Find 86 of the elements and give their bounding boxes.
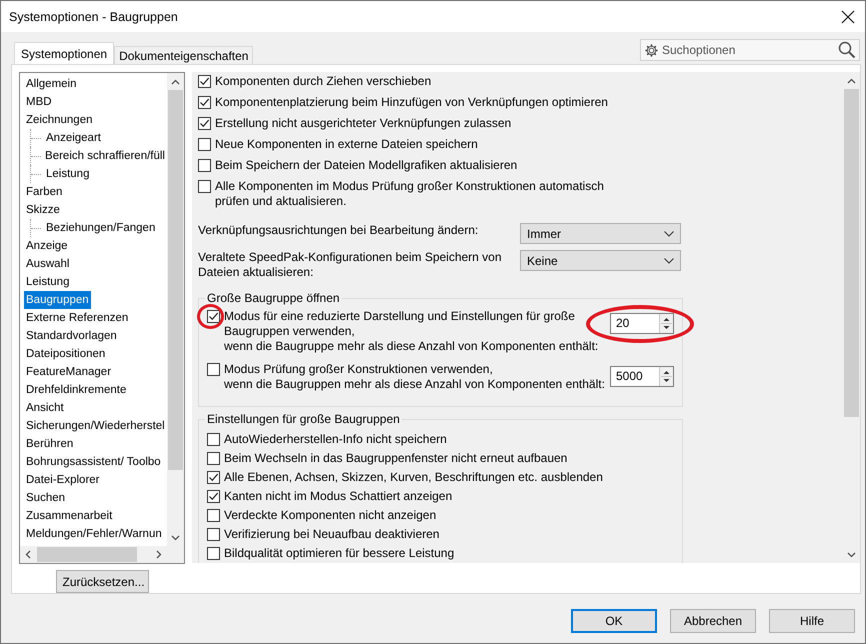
dropdown[interactable]: Keine: [520, 250, 681, 271]
chevron-down-icon: [664, 258, 674, 264]
checkbox[interactable]: [198, 159, 211, 172]
tree-item[interactable]: Beziehungen/Fangen: [44, 219, 158, 237]
checkbox[interactable]: [207, 310, 220, 323]
checkbox[interactable]: [207, 433, 220, 446]
window-title: Systemoptionen - Baugruppen: [9, 10, 179, 24]
group-title: Große Baugruppe öffnen: [205, 291, 342, 305]
option-label: Bildqualität optimieren für bessere Leistung: [224, 546, 454, 561]
checkbox[interactable]: [198, 96, 211, 109]
chevron-right-icon[interactable]: [154, 550, 163, 560]
tree-item[interactable]: Allgemein: [24, 75, 78, 93]
tree-item[interactable]: Meldungen/Fehler/Warnun: [24, 525, 164, 543]
chevron-down-icon[interactable]: [171, 533, 180, 542]
tree-item[interactable]: Drehfeldinkremente: [24, 381, 128, 399]
tree-item[interactable]: Berühren: [24, 435, 76, 453]
option-label: Neue Komponenten in externe Dateien speichern: [215, 137, 478, 152]
tab[interactable]: Dokumenteigenschaften: [114, 46, 254, 64]
tree-item[interactable]: Anzeige: [24, 237, 70, 255]
search-field[interactable]: Suchoptionen: [640, 39, 860, 61]
number-spinner[interactable]: 20: [610, 313, 674, 334]
tree-item[interactable]: Anzeigeart: [44, 129, 103, 147]
option-label: Komponenten durch Ziehen verschieben: [215, 74, 432, 89]
checkbox[interactable]: [207, 490, 220, 503]
field-label: Verknüpfungsausrichtungen bei Bearbeitung ändern:: [198, 223, 480, 238]
option-label: Beim Wechseln in das Baugruppenfenster nicht erneut aufbauen: [224, 451, 568, 466]
tree-item[interactable]: MBD: [24, 93, 54, 111]
gear-icon: [644, 42, 659, 58]
tree-item[interactable]: Baugruppen: [24, 291, 91, 309]
option-label: Modus Prüfung großer Konstruktionen verwenden, wenn die Baugruppen mehr als diese Anzahl von Komponenten enthält:: [224, 362, 605, 392]
search-icon[interactable]: [838, 41, 856, 59]
option-label: Verifizierung bei Neuaufbau deaktivieren: [224, 527, 440, 542]
field-label: Veraltete SpeedPak-Konfigurationen beim Speichern von Dateien aktualisieren:: [198, 250, 503, 280]
checkbox[interactable]: [198, 75, 211, 88]
option-label: Komponentenplatzierung beim Hinzufügen von Verknüpfungen optimieren: [215, 95, 608, 110]
tree-item[interactable]: Suchen: [24, 489, 68, 507]
reset-button[interactable]: Zurücksetzen...: [56, 570, 148, 593]
checkbox[interactable]: [207, 528, 220, 541]
tree-item[interactable]: Externe Referenzen: [24, 309, 130, 327]
tree-item[interactable]: Skizze: [24, 201, 62, 219]
dialog-button[interactable]: Abbrechen: [670, 609, 756, 633]
tree-item[interactable]: FeatureManager: [24, 363, 114, 381]
option-label: AutoWiederherstellen-Info nicht speichern: [224, 432, 447, 447]
close-icon[interactable]: [841, 10, 855, 24]
chevron-down-icon: [664, 230, 674, 236]
checkbox[interactable]: [207, 509, 220, 522]
chevron-left-icon[interactable]: [24, 550, 33, 560]
checkbox[interactable]: [207, 547, 220, 560]
number-spinner[interactable]: 5000: [610, 366, 674, 387]
tree-item[interactable]: Sicherungen/Wiederherstel: [24, 417, 167, 435]
option-label: Alle Komponenten im Modus Prüfung großer Konstruktionen automatisch prüfen und aktualisieren.: [215, 179, 604, 209]
checkbox[interactable]: [207, 471, 220, 484]
tree-item[interactable]: Farben: [24, 183, 64, 201]
annotation-circle: [197, 304, 224, 329]
tab[interactable]: Systemoptionen: [14, 42, 114, 64]
tree-item[interactable]: Standardvorlagen: [24, 327, 119, 345]
option-label: Beim Speichern der Dateien Modellgrafiken aktualisieren: [215, 158, 518, 173]
tree-item[interactable]: Datei-Explorer: [24, 471, 102, 489]
option-label: Verdeckte Komponenten nicht anzeigen: [224, 508, 436, 523]
tree-item[interactable]: Dateipositionen: [24, 345, 108, 363]
checkbox[interactable]: [207, 452, 220, 465]
option-label: Erstellung nicht ausgerichteter Verknüpfungen zulassen: [215, 116, 512, 131]
checkbox[interactable]: [198, 138, 211, 151]
scrollbar[interactable]: [167, 73, 184, 546]
tree-item[interactable]: Ansicht: [24, 399, 66, 417]
chevron-up-icon[interactable]: [847, 77, 856, 86]
tree-item[interactable]: Leistung: [24, 273, 72, 291]
checkbox[interactable]: [198, 180, 211, 193]
dialog-button[interactable]: OK: [571, 609, 657, 633]
option-label: Kanten nicht im Modus Schattiert anzeigen: [224, 489, 452, 504]
option-label: Modus für eine reduzierte Darstellung und Einstellungen für große Baugruppen verwenden, wenn die Baugruppe mehr als diese Anzahl von Komponenten enthält:: [224, 309, 598, 354]
tree-item[interactable]: Leistung: [44, 165, 92, 183]
tree-item[interactable]: Bereich schraffieren/füll: [43, 147, 167, 165]
checkbox[interactable]: [207, 363, 220, 376]
chevron-up-icon[interactable]: [171, 78, 180, 87]
checkbox[interactable]: [198, 117, 211, 130]
option-label: Alle Ebenen, Achsen, Skizzen, Kurven, Beschriftungen etc. ausblenden: [224, 470, 603, 485]
tree-item[interactable]: Bohrungsassistent/ Toolbo: [24, 453, 163, 471]
group-title: Einstellungen für große Baugruppen: [205, 412, 402, 426]
chevron-down-icon[interactable]: [847, 550, 856, 559]
tree-item[interactable]: Auswahl: [24, 255, 72, 273]
tree-item[interactable]: Zeichnungen: [24, 111, 94, 129]
dialog-button[interactable]: Hilfe: [769, 609, 855, 633]
tree-item[interactable]: Zusammenarbeit: [24, 507, 114, 525]
dropdown[interactable]: Immer: [520, 223, 681, 244]
scrollbar[interactable]: [20, 546, 167, 564]
